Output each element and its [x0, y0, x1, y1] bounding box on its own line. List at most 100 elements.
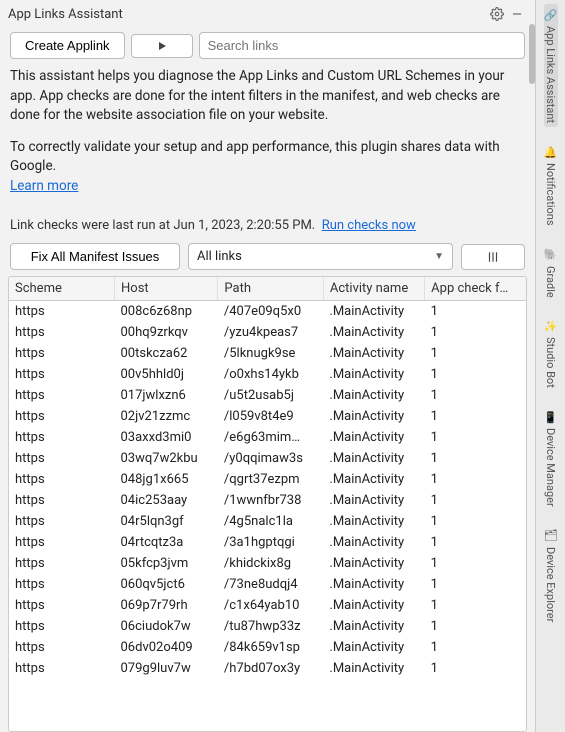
rail-item-notifications[interactable]: 🔔Notifications — [544, 141, 558, 230]
table-row[interactable]: https06dv02o409/84k659v1sp.MainActivity1 — [9, 637, 526, 658]
cell-flag: 1 — [425, 385, 526, 406]
right-tool-rail: 🔗App Links Assistant 🔔Notifications 🐘Gradl… — [535, 0, 565, 732]
cell-activity: .MainActivity — [323, 427, 424, 448]
cell-activity: .MainActivity — [323, 595, 424, 616]
cell-flag: 1 — [425, 616, 526, 637]
cell-activity: .MainActivity — [323, 532, 424, 553]
cell-scheme: https — [9, 511, 115, 532]
table-row[interactable]: https05kfcp3jvm/khidckix8g.MainActivity1 — [9, 553, 526, 574]
table-row[interactable]: https069p7r79rh/c1x64yab10.MainActivity1 — [9, 595, 526, 616]
cell-scheme: https — [9, 490, 115, 511]
col-path[interactable]: Path — [218, 277, 324, 301]
studio-bot-icon: ✨ — [544, 319, 558, 333]
cell-scheme: https — [9, 469, 115, 490]
table-row[interactable]: https02jv21zzmc/l059v8t4e9.MainActivity1 — [9, 406, 526, 427]
table-row[interactable]: https00tskcza62/5lknugk9se.MainActivity1 — [9, 343, 526, 364]
cell-activity: .MainActivity — [323, 574, 424, 595]
cell-host: 048jg1x665 — [115, 469, 218, 490]
table-row[interactable]: https079g9luv7w/h7bd07ox3y.MainActivity1 — [9, 658, 526, 679]
table-row[interactable]: https04rtcqtz3a/3a1hgptqgi.MainActivity1 — [9, 532, 526, 553]
cell-path: /e6g63mim… — [218, 427, 324, 448]
cell-path: /yzu4kpeas7 — [218, 322, 324, 343]
table-row[interactable]: https04ic253aay/1wwnfbr738.MainActivity1 — [9, 490, 526, 511]
cell-host: 079g9luv7w — [115, 658, 218, 679]
cell-flag: 1 — [425, 364, 526, 385]
table-row[interactable]: https03axxd3mi0/e6g63mim….MainActivity1 — [9, 427, 526, 448]
cell-activity: .MainActivity — [323, 511, 424, 532]
table-row[interactable]: https00hq9zrkqv/yzu4kpeas7.MainActivity1 — [9, 322, 526, 343]
table-row[interactable]: https017jwlxzn6/u5t2usab5j.MainActivity1 — [9, 385, 526, 406]
col-appcheck[interactable]: App check f… — [425, 277, 526, 301]
filter-select[interactable]: All links ▼ — [188, 243, 453, 270]
cell-host: 04rtcqtz3a — [115, 532, 218, 553]
run-checks-link[interactable]: Run checks now — [322, 218, 416, 233]
col-activity[interactable]: Activity name — [323, 277, 424, 301]
cell-flag: 1 — [425, 637, 526, 658]
cell-flag: 1 — [425, 511, 526, 532]
cell-path: /c1x64yab10 — [218, 595, 324, 616]
rail-item-device-explorer[interactable]: 🗂 Device Explorer — [544, 525, 558, 626]
cell-path: /khidckix8g — [218, 553, 324, 574]
cell-flag: 1 — [425, 595, 526, 616]
search-input[interactable] — [199, 32, 525, 59]
rail-label: Studio Bot — [544, 337, 557, 388]
table-row[interactable]: https060qv5jct6/73ne8udqj4.MainActivity1 — [9, 574, 526, 595]
cell-flag: 1 — [425, 658, 526, 679]
cell-scheme: https — [9, 532, 115, 553]
fix-manifest-button[interactable]: Fix All Manifest Issues — [10, 243, 180, 270]
learn-more-link[interactable]: Learn more — [10, 178, 78, 194]
table-row[interactable]: https048jg1x665/qgrt37ezpm.MainActivity1 — [9, 469, 526, 490]
run-button[interactable] — [131, 34, 193, 58]
cell-scheme: https — [9, 364, 115, 385]
cell-scheme: https — [9, 553, 115, 574]
rail-label: App Links Assistant — [544, 26, 557, 123]
cell-path: /407e09q5x0 — [218, 301, 324, 323]
cell-flag: 1 — [425, 322, 526, 343]
cell-flag: 1 — [425, 448, 526, 469]
rail-item-device-manager[interactable]: 📱Device Manager — [544, 406, 558, 511]
cell-host: 00tskcza62 — [115, 343, 218, 364]
col-scheme[interactable]: Scheme — [9, 277, 115, 301]
cell-host: 03wq7w2kbu — [115, 448, 218, 469]
cell-path: /84k659v1sp — [218, 637, 324, 658]
settings-icon[interactable] — [487, 4, 507, 24]
table-row[interactable]: https04r5lqn3gf/4g5nalc1la.MainActivity1 — [9, 511, 526, 532]
minimize-icon[interactable] — [507, 4, 527, 24]
cell-host: 069p7r79rh — [115, 595, 218, 616]
cell-host: 017jwlxzn6 — [115, 385, 218, 406]
col-host[interactable]: Host — [115, 277, 218, 301]
rail-label: Notifications — [544, 163, 557, 226]
device-explorer-icon: 🗂 — [544, 529, 558, 543]
create-applink-button[interactable]: Create Applink — [10, 32, 125, 59]
description-block: This assistant helps you diagnose the Ap… — [0, 67, 535, 218]
table-row[interactable]: https06ciudok7w/tu87hwp33z.MainActivity1 — [9, 616, 526, 637]
cell-scheme: https — [9, 658, 115, 679]
cell-scheme: https — [9, 448, 115, 469]
description-p2: To correctly validate your setup and app… — [10, 139, 500, 175]
rail-item-studio-bot[interactable]: ✨ Studio Bot — [544, 315, 558, 392]
table-row[interactable]: https03wq7w2kbu/y0qqimaw3s.MainActivity1 — [9, 448, 526, 469]
cell-host: 02jv21zzmc — [115, 406, 218, 427]
cell-path: /l059v8t4e9 — [218, 406, 324, 427]
last-run-timestamp: Jun 1, 2023, 2:20:55 PM. — [173, 218, 315, 233]
cell-host: 06ciudok7w — [115, 616, 218, 637]
cell-flag: 1 — [425, 343, 526, 364]
cell-activity: .MainActivity — [323, 343, 424, 364]
rail-item-app-links-assistant[interactable]: 🔗App Links Assistant — [544, 4, 558, 127]
cell-activity: .MainActivity — [323, 637, 424, 658]
rail-item-gradle[interactable]: 🐘Gradle — [544, 244, 558, 302]
columns-button[interactable] — [461, 244, 525, 270]
cell-host: 008c6z68np — [115, 301, 218, 323]
cell-scheme: https — [9, 616, 115, 637]
cell-activity: .MainActivity — [323, 448, 424, 469]
cell-activity: .MainActivity — [323, 385, 424, 406]
scrollbar[interactable] — [529, 24, 535, 84]
table-row[interactable]: https008c6z68np/407e09q5x0.MainActivity1 — [9, 301, 526, 323]
rail-label: Device Explorer — [544, 547, 557, 622]
table-row[interactable]: https00v5hhld0j/o0xhs14ykb.MainActivity1 — [9, 364, 526, 385]
cell-scheme: https — [9, 322, 115, 343]
cell-path: /u5t2usab5j — [218, 385, 324, 406]
device-manager-icon: 📱 — [544, 410, 558, 424]
controls-row: Fix All Manifest Issues All links ▼ — [0, 243, 535, 276]
rail-label: Gradle — [544, 266, 557, 298]
